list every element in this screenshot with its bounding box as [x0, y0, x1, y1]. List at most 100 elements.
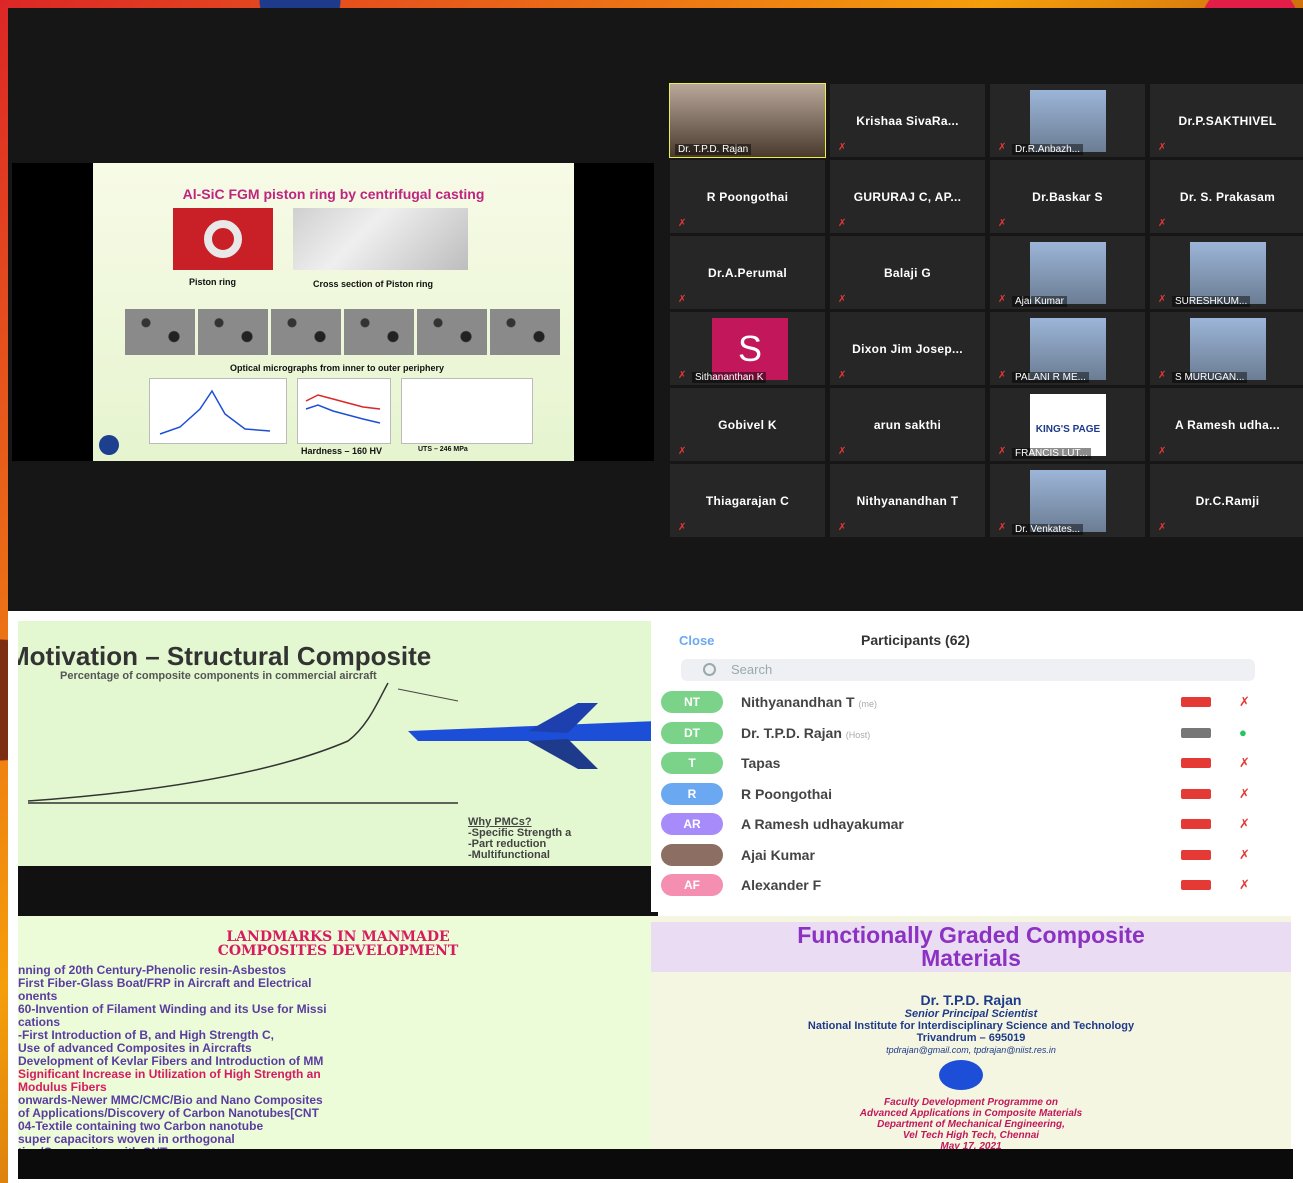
participant-row[interactable]: T Tapas ✗	[661, 750, 1271, 778]
participant-tile[interactable]: Thiagarajan C ✗	[670, 464, 825, 537]
muted-mic-icon: ✗	[678, 370, 687, 381]
participant-tile[interactable]: Dr.A.Perumal ✗	[670, 236, 825, 309]
participant-name: Thiagarajan C	[705, 493, 790, 508]
muted-mic-icon: ✗	[838, 218, 847, 229]
participant-tile[interactable]: R Poongothai ✗	[670, 160, 825, 233]
participant-tag: (Host)	[845, 729, 871, 740]
participant-tile[interactable]: Dr.P.SAKTHIVEL ✗	[1150, 84, 1303, 157]
video-off-icon[interactable]	[1181, 727, 1211, 738]
airplane-icon	[408, 703, 658, 769]
close-button[interactable]: Close	[679, 633, 714, 648]
video-off-icon[interactable]	[1181, 880, 1211, 890]
participant-tile[interactable]: A Ramesh udha... ✗	[1150, 388, 1303, 461]
muted-mic-icon: ✗	[838, 522, 847, 533]
participant-tile[interactable]: Gobivel K ✗	[670, 388, 825, 461]
search-icon	[703, 663, 716, 676]
participant-tile[interactable]: S MURUGAN... ✗	[1150, 312, 1303, 385]
video-off-icon[interactable]	[1181, 819, 1211, 829]
video-off-icon[interactable]	[1181, 758, 1211, 768]
video-strip	[18, 1149, 1293, 1179]
participant-row[interactable]: AF Alexander F ✗	[661, 872, 1271, 900]
participant-tile[interactable]: Dr. S. Prakasam ✗	[1150, 160, 1303, 233]
participant-tile[interactable]: Krishaa SivaRa... ✗	[830, 84, 985, 157]
participant-name-text: Nithyanandhan T	[741, 694, 855, 710]
muted-mic-icon: ✗	[998, 370, 1007, 381]
participant-name: GURURAJ C, AP...	[853, 189, 962, 204]
participant-name: A Ramesh udhayakumar	[741, 816, 904, 832]
muted-mic-icon: ✗	[678, 294, 687, 305]
search-input[interactable]: Search	[681, 659, 1255, 681]
profile-photo	[1190, 242, 1266, 304]
participant-tile[interactable]: SURESHKUM... ✗	[1150, 236, 1303, 309]
fgm-institute: National Institute for Interdisciplinary…	[807, 1020, 1135, 1032]
mic-icon[interactable]: ✗	[1239, 755, 1250, 771]
logo-text: KING'S PAGE	[1035, 424, 1101, 435]
video-off-icon[interactable]	[1181, 788, 1211, 799]
mic-icon[interactable]: ✗	[1239, 877, 1250, 893]
participant-tile[interactable]: Dr. Venkates... ✗	[990, 464, 1145, 537]
mic-icon[interactable]: ✗	[1239, 786, 1250, 802]
volume-fraction-graph	[149, 378, 287, 444]
participant-tile[interactable]: GURURAJ C, AP... ✗	[830, 160, 985, 233]
micrograph	[344, 309, 414, 355]
participant-tile[interactable]: PALANI R ME... ✗	[990, 312, 1145, 385]
landmark-line: -First Introduction of B, and High Stren…	[18, 1028, 274, 1042]
participant-row[interactable]: AR A Ramesh udhayakumar ✗	[661, 811, 1271, 839]
participant-avatar: R	[661, 782, 723, 805]
screenshot-collage: Motivation – Structural Composite Percen…	[8, 611, 1303, 1183]
video-off-icon[interactable]	[1181, 697, 1211, 707]
participant-tile[interactable]: Dixon Jim Josep... ✗	[830, 312, 985, 385]
landmark-line: First Fiber-Glass Boat/FRP in Aircraft a…	[18, 976, 312, 990]
motivation-slide: Motivation – Structural Composite Percen…	[18, 621, 658, 916]
mic-icon[interactable]: ✗	[1239, 816, 1250, 832]
participant-tile[interactable]: KING'S PAGE FRANCIS LUT... ✗	[990, 388, 1145, 461]
fgm-title-line: Materials	[921, 945, 1021, 971]
participant-tile[interactable]: Dr.R.Anbazh... ✗	[990, 84, 1145, 157]
fgm-event: Advanced Applications in Composite Mater…	[859, 1108, 1083, 1119]
participant-avatar: AR	[661, 813, 723, 835]
participant-tile[interactable]: Dr.Baskar S ✗	[990, 160, 1145, 233]
mic-icon[interactable]: ✗	[1239, 694, 1250, 710]
institute-logo-icon	[939, 1060, 983, 1090]
participant-name-text: Ajai Kumar	[741, 846, 815, 863]
video-off-icon[interactable]	[1181, 849, 1211, 860]
participant-label: Sithananthan K	[692, 372, 767, 383]
participant-name: Dixon Jim Josep...	[852, 341, 963, 356]
motivation-title: Motivation – Structural Composite	[18, 641, 432, 671]
participant-name: Dr.P.SAKTHIVEL	[1178, 113, 1277, 128]
fgm-event: Department of Mechanical Engineering,	[877, 1119, 1065, 1130]
participant-tile[interactable]: arun sakthi ✗	[830, 388, 985, 461]
participant-row[interactable]: NT Nithyanandhan T (me) ✗	[661, 689, 1271, 717]
muted-mic-icon: ✗	[998, 446, 1007, 457]
participant-tile[interactable]: Dr.C.Ramji ✗	[1150, 464, 1303, 537]
participant-tile[interactable]: Dr. T.P.D. Rajan	[669, 83, 826, 158]
participant-row[interactable]: DT Dr. T.P.D. Rajan (Host) ●	[661, 720, 1271, 748]
participant-tag: (me)	[858, 699, 877, 709]
participant-name: R Poongothai	[706, 189, 789, 204]
muted-mic-icon: ✗	[678, 522, 687, 533]
mic-icon[interactable]: ✗	[1239, 847, 1250, 863]
participant-label: PALANI R ME...	[1012, 372, 1089, 383]
fgm-event: Vel Tech High Tech, Chennai	[902, 1130, 1040, 1141]
muted-mic-icon: ✗	[1158, 522, 1167, 533]
muted-mic-icon: ✗	[1158, 142, 1167, 153]
participant-name: Krishaa SivaRa...	[856, 113, 959, 128]
participant-name: R Poongothai	[741, 786, 832, 802]
piston-ring-photo	[173, 208, 273, 270]
mic-icon[interactable]: ●	[1239, 725, 1247, 740]
participant-tile[interactable]: Nithyanandhan T ✗	[830, 464, 985, 537]
participant-tile[interactable]: S Sithananthan K ✗	[670, 312, 825, 385]
participant-row[interactable]: Ajai Kumar ✗	[661, 842, 1271, 870]
fgm-city: Trivandrum – 695019	[916, 1032, 1026, 1044]
participant-row[interactable]: R R Poongothai ✗	[661, 781, 1271, 809]
fgm-title: Functionally Graded Composite Materials	[651, 922, 1291, 972]
participant-tile[interactable]: Balaji G ✗	[830, 236, 985, 309]
cross-section-photo	[293, 208, 468, 270]
fgm-email: tpdrajan@gmail.com, tpdrajan@niist.res.i…	[886, 1045, 1056, 1055]
fgm-title-slide: Functionally Graded Composite Materials …	[651, 916, 1291, 1171]
participant-tile[interactable]: Ajai Kumar ✗	[990, 236, 1145, 309]
fgm-author: Dr. T.P.D. Rajan	[920, 992, 1022, 1008]
why-pmcs: Why PMCs? -Specific Strength a -Part red…	[468, 817, 571, 861]
shared-slide: Al-SiC FGM piston ring by centrifugal ca…	[93, 163, 574, 461]
participant-name: arun sakthi	[873, 417, 942, 432]
